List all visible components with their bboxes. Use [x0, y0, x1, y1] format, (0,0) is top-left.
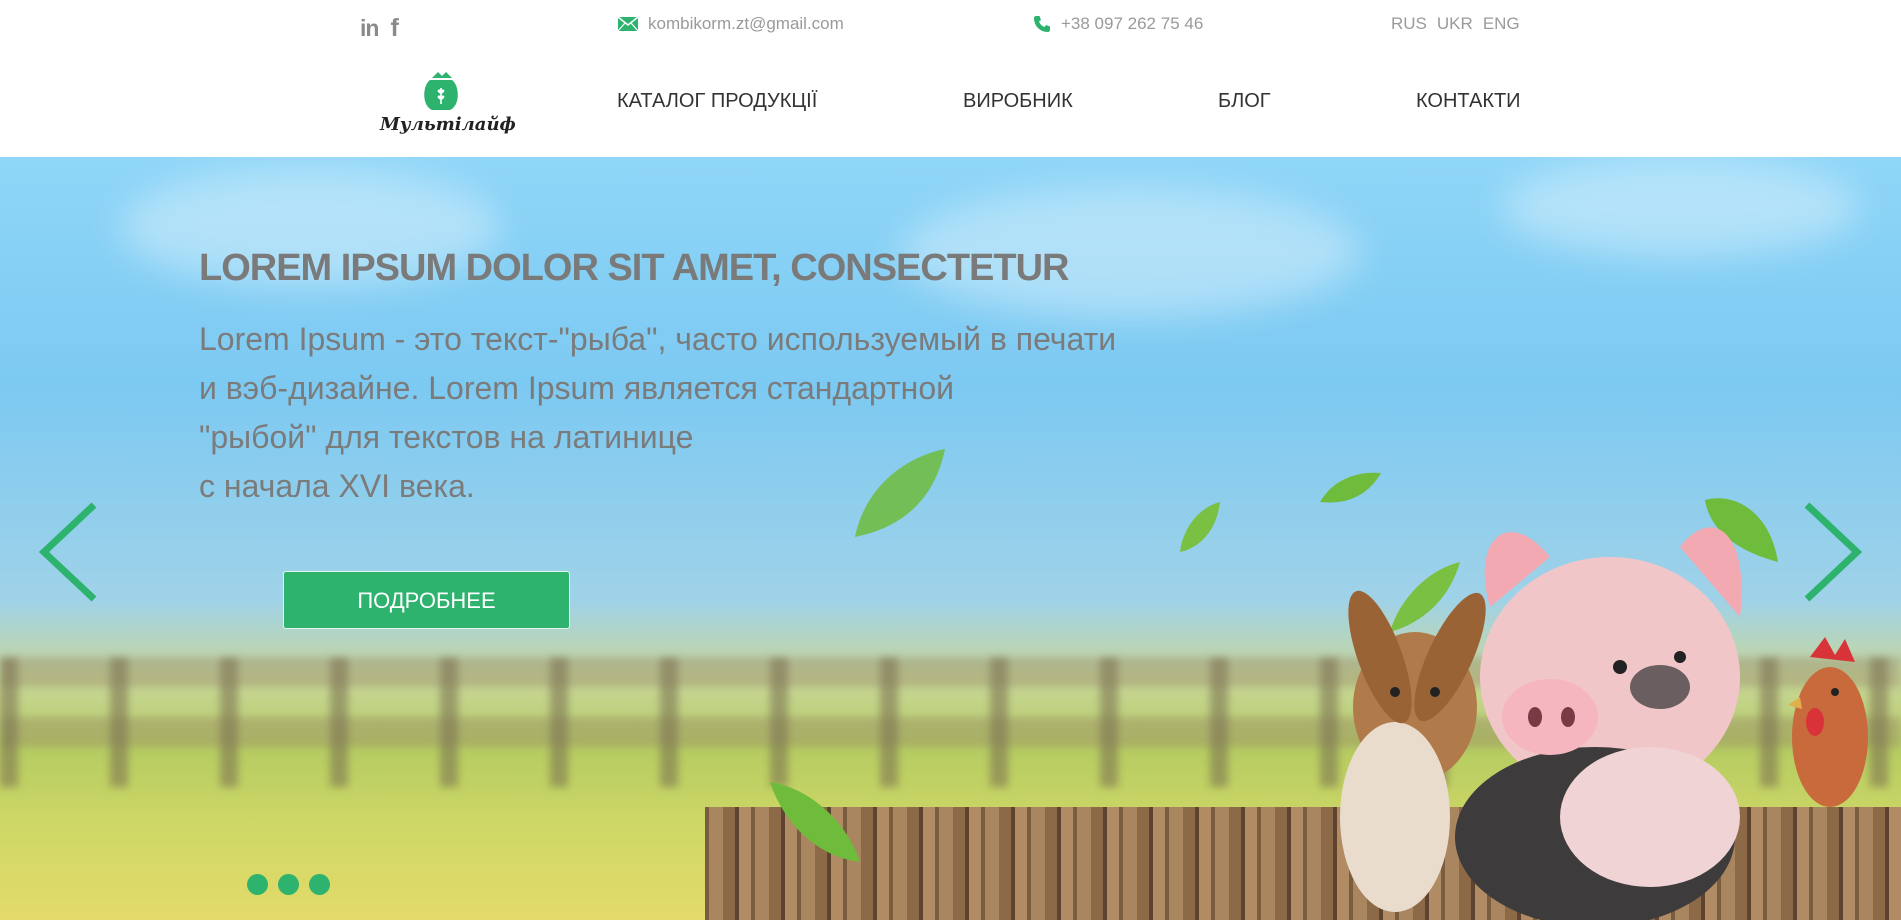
- leaf-image: [1180, 502, 1220, 552]
- hero-text-line: "рыбой" для текстов на латинице: [199, 419, 694, 455]
- slider-dot[interactable]: [247, 874, 268, 895]
- linkedin-icon[interactable]: in: [360, 14, 379, 42]
- hero-text-line: и вэб-дизайне. Lorem Ipsum является стан…: [199, 370, 955, 406]
- email-contact[interactable]: kombikorm.zt@gmail.com: [618, 14, 844, 34]
- phone-contact[interactable]: +38 097 262 75 46: [1033, 14, 1203, 34]
- language-switcher: RUS UKR ENG: [1391, 14, 1520, 34]
- nav-contacts[interactable]: КОНТАКТИ: [1416, 90, 1521, 113]
- hero-text-line: с начала XVI века.: [199, 468, 475, 504]
- phone-icon: [1034, 16, 1050, 32]
- nav-blog[interactable]: БЛОГ: [1218, 90, 1271, 113]
- leaf-image: [770, 782, 860, 862]
- more-button[interactable]: ПОДРОБНЕЕ: [283, 571, 570, 629]
- sack-logo-icon: [424, 72, 458, 110]
- top-bar: in f kombikorm.zt@gmail.com +38 097 262 …: [0, 0, 1901, 48]
- cloud: [1500, 157, 1860, 257]
- logo[interactable]: Мультілайф: [380, 70, 516, 140]
- lang-rus[interactable]: RUS: [1391, 14, 1427, 34]
- hero-slider: LOREM IPSUM DOLOR SIT AMET, CONSECTETUR …: [0, 157, 1901, 920]
- lang-eng[interactable]: ENG: [1483, 14, 1520, 34]
- logo-text: Мультілайф: [380, 114, 516, 135]
- email-text: kombikorm.zt@gmail.com: [648, 14, 844, 33]
- nav-catalog[interactable]: КАТАЛОГ ПРОДУКЦІЇ: [617, 90, 817, 113]
- lang-ukr[interactable]: UKR: [1437, 14, 1473, 34]
- hero-text-line: Lorem Ipsum - это текст-"рыба", часто ис…: [199, 321, 1117, 357]
- slider-dot[interactable]: [309, 874, 330, 895]
- social-links: in f: [360, 14, 399, 42]
- slider-dot[interactable]: [278, 874, 299, 895]
- chevron-right-icon[interactable]: [1797, 497, 1867, 607]
- facebook-icon[interactable]: f: [390, 14, 398, 42]
- hero-description: Lorem Ipsum - это текст-"рыба", часто ис…: [199, 315, 1179, 511]
- envelope-icon: [618, 17, 638, 31]
- chevron-left-icon[interactable]: [34, 497, 104, 607]
- main-nav: Мультілайф КАТАЛОГ ПРОДУКЦІЇ ВИРОБНИК БЛ…: [0, 48, 1901, 157]
- nav-manufacturer[interactable]: ВИРОБНИК: [963, 90, 1073, 113]
- slider-pagination: [247, 874, 330, 895]
- hero-title: LOREM IPSUM DOLOR SIT AMET, CONSECTETUR: [199, 247, 1069, 289]
- phone-text: +38 097 262 75 46: [1061, 14, 1204, 33]
